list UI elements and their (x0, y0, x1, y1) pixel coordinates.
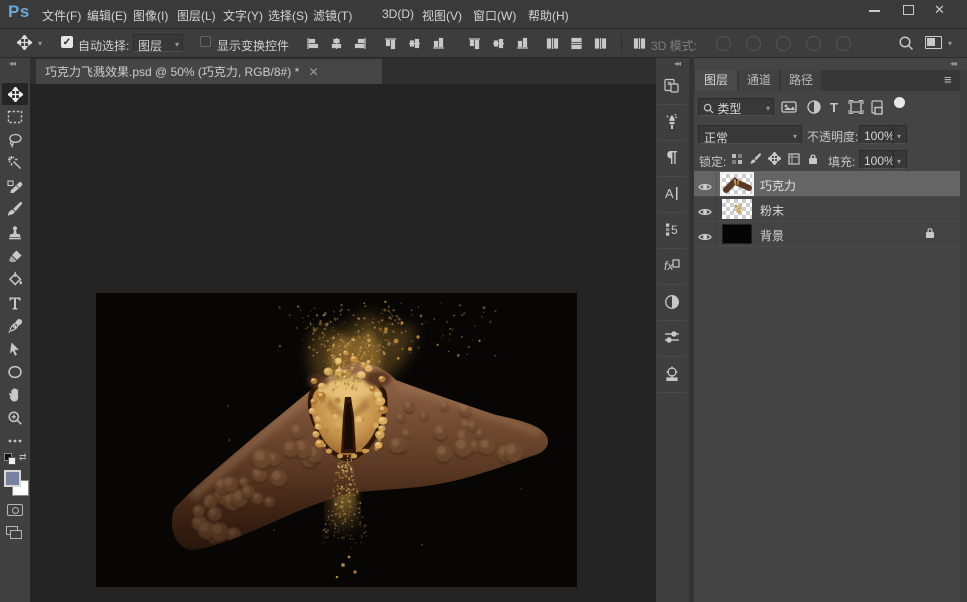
svg-text:T: T (830, 100, 838, 115)
svg-text:A: A (665, 186, 674, 201)
svg-text:5: 5 (671, 223, 678, 237)
